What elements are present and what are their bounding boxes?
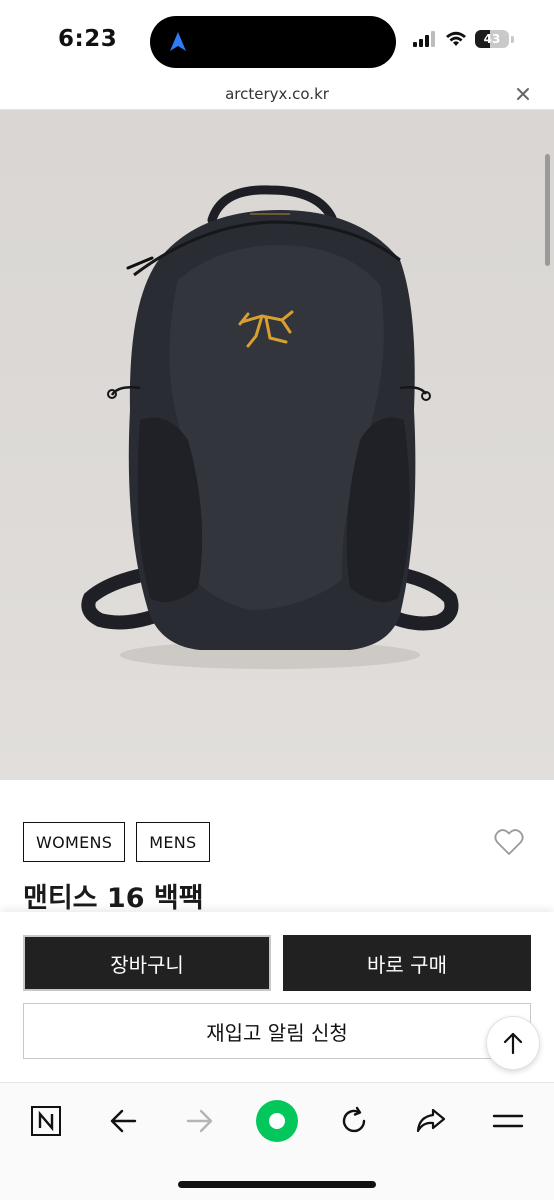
share-icon — [416, 1108, 446, 1133]
reload-icon — [342, 1106, 366, 1133]
status-icons: 43 — [413, 30, 514, 48]
naver-home-button[interactable] — [24, 1099, 68, 1143]
green-dot-button[interactable] — [255, 1099, 299, 1143]
battery-level: 43 — [483, 32, 501, 46]
forward-button[interactable] — [178, 1099, 222, 1143]
menu-button[interactable] — [486, 1099, 530, 1143]
naver-icon — [31, 1106, 61, 1136]
close-icon[interactable] — [514, 85, 532, 103]
backpack-illustration — [81, 185, 459, 669]
menu-icon — [492, 1114, 524, 1128]
purchase-action-sheet: 장바구니 바로 구매 재입고 알림 신청 — [0, 912, 554, 1082]
product-title: 맨티스 16 백팩 — [23, 883, 204, 914]
reload-button[interactable] — [332, 1099, 376, 1143]
back-button[interactable] — [101, 1099, 145, 1143]
battery-icon: 43 — [475, 30, 509, 48]
green-dot-icon — [256, 1100, 298, 1142]
tag-womens[interactable]: WOMENS — [23, 822, 126, 862]
wifi-icon — [446, 31, 466, 46]
heart-icon[interactable] — [494, 828, 524, 856]
add-to-cart-button[interactable]: 장바구니 — [23, 935, 271, 991]
browser-toolbar — [0, 1082, 554, 1200]
url-bar[interactable]: arcteryx.co.kr — [0, 80, 554, 110]
arrow-up-icon — [503, 1032, 523, 1055]
status-bar: 6:23 43 — [0, 0, 554, 80]
tag-mens[interactable]: MENS — [136, 822, 210, 862]
product-image[interactable] — [0, 110, 554, 780]
cellular-signal-icon — [413, 31, 435, 47]
share-button[interactable] — [409, 1099, 453, 1143]
gender-tags: WOMENS MENS — [23, 822, 210, 862]
location-arrow-icon — [170, 32, 186, 51]
battery-cap — [511, 35, 514, 43]
back-icon — [110, 1109, 137, 1133]
buy-now-button[interactable]: 바로 구매 — [283, 935, 531, 991]
home-indicator[interactable] — [178, 1181, 376, 1188]
forward-icon — [186, 1109, 213, 1133]
status-time: 6:23 — [58, 26, 118, 52]
dynamic-island — [150, 16, 396, 68]
restock-alert-button[interactable]: 재입고 알림 신청 — [23, 1003, 531, 1059]
scroll-to-top-button[interactable] — [486, 1016, 540, 1070]
url-domain[interactable]: arcteryx.co.kr — [0, 85, 554, 103]
scroll-indicator[interactable] — [545, 154, 550, 266]
